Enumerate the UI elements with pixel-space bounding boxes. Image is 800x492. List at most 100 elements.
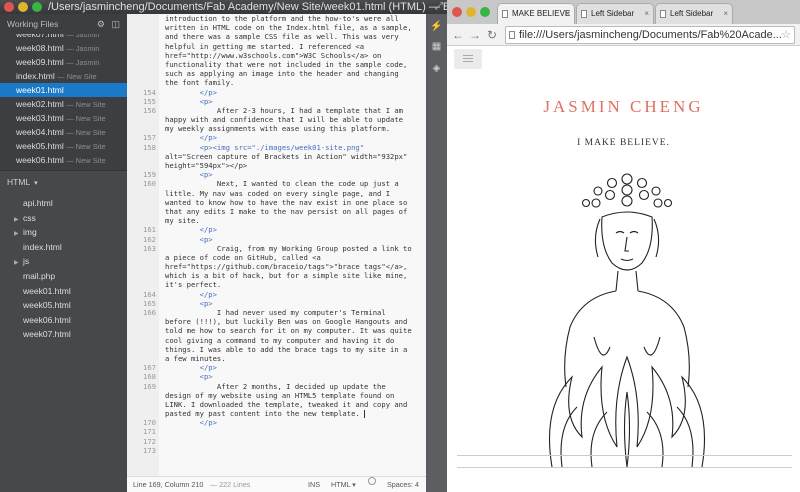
close-icon[interactable]: × bbox=[565, 4, 570, 24]
line-number: 154 bbox=[143, 87, 156, 97]
tree-file[interactable]: mail.php bbox=[0, 269, 127, 284]
layers-icon[interactable]: ◈ bbox=[430, 62, 443, 75]
code-text: <p> bbox=[165, 96, 213, 106]
tree-file[interactable]: api.html bbox=[0, 196, 127, 211]
site-tagline: I MAKE BELIEVE. bbox=[577, 138, 670, 148]
back-arrow-icon[interactable]: ← bbox=[452, 26, 464, 44]
code-line: told me how to search for it on my compu… bbox=[127, 326, 426, 335]
code-text: a few minutes. bbox=[165, 353, 226, 363]
minimize-window-button[interactable] bbox=[18, 2, 28, 12]
menu-bar bbox=[463, 55, 473, 56]
code-text: and there was a sample CSS file as well.… bbox=[165, 32, 399, 42]
working-file-item[interactable]: week04.html — New Site bbox=[0, 125, 127, 139]
lint-status-icon[interactable] bbox=[368, 477, 376, 485]
code-text: my site. bbox=[165, 216, 200, 226]
indent-setting[interactable]: Spaces: 4 bbox=[387, 477, 419, 492]
working-file-item[interactable]: week01.html bbox=[0, 83, 127, 97]
tab-make-believe[interactable]: MAKE BELIEVE × bbox=[497, 3, 575, 24]
insert-mode-toggle[interactable]: INS bbox=[308, 477, 320, 492]
tree-folder[interactable]: ▶ img bbox=[0, 225, 127, 240]
extension-manager-icon[interactable]: ▦ bbox=[430, 40, 443, 53]
code-text: height="594px"></p> bbox=[165, 161, 248, 170]
tree-file[interactable]: index.html bbox=[0, 240, 127, 255]
line-number: 156 bbox=[143, 105, 156, 115]
code-text: <p> bbox=[165, 170, 213, 180]
address-bar[interactable]: file:///Users/jasmincheng/Documents/Fab%… bbox=[505, 26, 795, 44]
fullscreen-icon[interactable]: ⤢ bbox=[435, 0, 443, 14]
close-icon[interactable]: × bbox=[723, 4, 728, 24]
close-icon[interactable]: × bbox=[644, 4, 649, 24]
tab-strip: MAKE BELIEVE × Left Sidebar × Left Sideb… bbox=[447, 0, 800, 24]
tree-file[interactable]: week06.html bbox=[0, 313, 127, 328]
code-line: such as applying an image into the heade… bbox=[127, 69, 426, 78]
working-file-folder: — New Site bbox=[57, 72, 97, 81]
page-icon bbox=[660, 10, 666, 18]
code-line: 168 <p> bbox=[127, 372, 426, 381]
code-line: 159 <p> bbox=[127, 170, 426, 179]
code-text: <p> bbox=[165, 372, 213, 382]
language-mode-select[interactable]: HTML ▾ bbox=[331, 477, 356, 492]
working-file-item[interactable]: week08.html — Jasmin bbox=[0, 41, 127, 55]
gear-icon[interactable]: ⚙ bbox=[97, 14, 105, 34]
forward-arrow-icon[interactable]: → bbox=[469, 26, 481, 44]
line-number: 157 bbox=[143, 133, 156, 143]
tree-item-label: css bbox=[23, 212, 36, 223]
tree-file[interactable]: week07.html bbox=[0, 327, 127, 342]
working-file-name: week06.html bbox=[16, 155, 64, 165]
tree-folder[interactable]: ▶ css bbox=[0, 211, 127, 226]
working-file-name: week04.html bbox=[16, 127, 64, 137]
split-view-icon[interactable]: ◫ bbox=[111, 14, 120, 34]
menu-bar bbox=[463, 61, 473, 62]
code-text: After 2 months, I decided up update the bbox=[165, 381, 386, 391]
code-line: happy with and confidence that I will be… bbox=[127, 115, 426, 124]
tree-file[interactable]: week01.html bbox=[0, 284, 127, 299]
code-line: 164 </p> bbox=[127, 290, 426, 299]
editor-title: /Users/jasmincheng/Documents/Fab Academy… bbox=[48, 1, 447, 13]
working-file-item[interactable]: week05.html — New Site bbox=[0, 139, 127, 153]
working-file-item[interactable]: week07.html — Jasmin bbox=[0, 34, 127, 41]
code-line: 172 bbox=[127, 437, 426, 446]
line-number: 172 bbox=[143, 436, 156, 446]
working-file-item[interactable]: week06.html — New Site bbox=[0, 153, 127, 167]
tree-item-label: js bbox=[23, 256, 30, 267]
code-text: helpful in getting me started. I referen… bbox=[165, 41, 365, 51]
code-line: my site. bbox=[127, 216, 426, 225]
footer-divider bbox=[457, 455, 792, 456]
bookmark-star-icon[interactable]: ☆ bbox=[781, 27, 791, 43]
tab-left-sidebar-1[interactable]: Left Sidebar × bbox=[576, 3, 654, 24]
editor-title-bar: /Users/jasmincheng/Documents/Fab Academy… bbox=[0, 0, 447, 14]
tree-folder[interactable]: ▶ js bbox=[0, 254, 127, 269]
code-line: before (!!!), but luckily Ben was on Goo… bbox=[127, 317, 426, 326]
browser-close-button[interactable] bbox=[452, 7, 462, 17]
line-number: 169 bbox=[143, 381, 156, 391]
brackets-window: /Users/jasmincheng/Documents/Fab Academy… bbox=[0, 0, 447, 492]
working-file-name: week02.html bbox=[16, 99, 64, 109]
chevron-down-icon: ▾ bbox=[34, 180, 38, 187]
browser-maximize-button[interactable] bbox=[480, 7, 490, 17]
tree-item-label: mail.php bbox=[23, 270, 56, 281]
maximize-window-button[interactable] bbox=[32, 2, 42, 12]
sidebar: Working Files ⚙ ◫ week07.html — Jasmin we… bbox=[0, 14, 127, 492]
working-file-item[interactable]: week03.html — New Site bbox=[0, 111, 127, 125]
close-window-button[interactable] bbox=[4, 2, 14, 12]
right-toolbar: ⚡ ▦ ◈ bbox=[426, 14, 447, 492]
reload-icon[interactable]: ↻ bbox=[487, 26, 497, 44]
code-line: 154 </p> bbox=[127, 88, 426, 97]
live-preview-icon[interactable]: ⚡ bbox=[430, 20, 443, 33]
tab-left-sidebar-2[interactable]: Left Sidebar × bbox=[655, 3, 733, 24]
hamburger-menu-button[interactable] bbox=[454, 49, 482, 69]
code-line: that any edits I make to the nav persist… bbox=[127, 207, 426, 216]
code-line: 157 </p> bbox=[127, 133, 426, 142]
working-file-item[interactable]: week09.html — Jasmin bbox=[0, 55, 127, 69]
footer-divider bbox=[457, 467, 792, 468]
project-header[interactable]: HTML ▾ bbox=[0, 170, 127, 192]
working-file-item[interactable]: week02.html — New Site bbox=[0, 97, 127, 111]
tree-file[interactable]: week05.html bbox=[0, 298, 127, 313]
tree-item-label: week01.html bbox=[23, 285, 71, 296]
working-file-item[interactable]: index.html — New Site bbox=[0, 69, 127, 83]
browser-minimize-button[interactable] bbox=[466, 7, 476, 17]
code-text: wanted to know how to have the nav exist… bbox=[165, 197, 408, 207]
code-editor[interactable]: introduction to the platform and the how… bbox=[127, 14, 426, 476]
code-text: </p> bbox=[165, 225, 217, 235]
code-line: 158 <p><img src="./images/week01-site.pn… bbox=[127, 143, 426, 152]
